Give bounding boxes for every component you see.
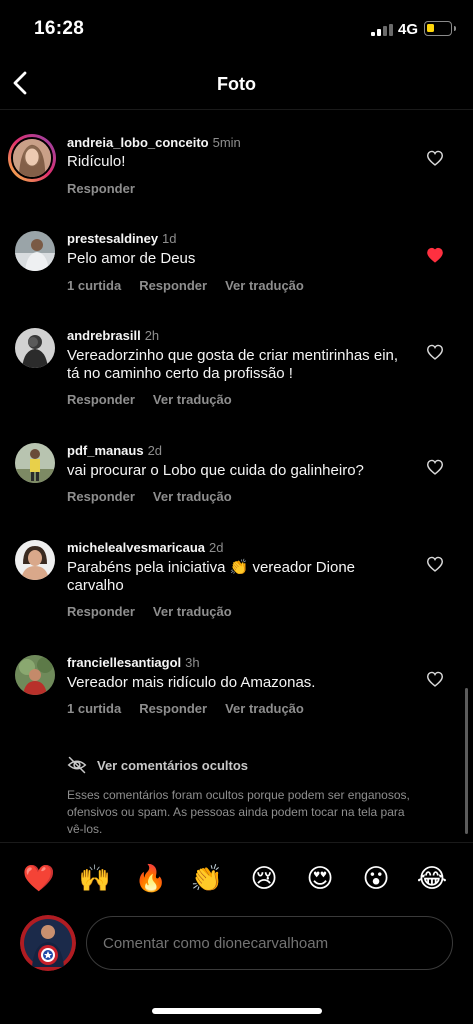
current-user-avatar [20,915,76,971]
comment-input[interactable] [86,916,453,970]
avatar[interactable] [8,134,56,182]
translate-button[interactable]: Ver tradução [225,701,304,716]
comment-item: franciellesantiagol 3h Vereador mais ridí… [0,655,473,725]
comment-item: andrebrasill 2h Vereadorzinho que gosta d… [0,328,473,408]
comment-time: 2h [144,328,160,343]
nav-bar: Foto [0,58,473,110]
comment-time: 2d [209,540,224,555]
comment-actions: 1 curtida Responder Ver tradução [67,701,322,716]
comment-item: andreia_lobo_conceito 5min Ridículo! Resp… [0,134,473,204]
comment-actions: Responder Ver tradução [67,392,250,407]
comment-text: Pelo amor de Deus [67,250,196,267]
translate-button[interactable]: Ver tradução [153,392,232,407]
emoji-surprised[interactable]: 😮 [358,860,394,896]
comment-username[interactable]: pdf_manaus [67,443,144,458]
comment-time: 2d [147,443,163,458]
comment-actions: Responder [67,181,153,196]
comment-text: Parabéns pela iniciativa 👏 vereador Dion… [67,559,356,594]
comment-text: vai procurar o Lobo que cuida do galinhe… [67,462,364,479]
network-type: 4G [398,21,419,38]
reply-button[interactable]: Responder [139,278,207,293]
eye-off-icon [67,756,87,774]
comment-text: Vereadorzinho que gosta de criar mentiri… [67,347,399,382]
translate-button[interactable]: Ver tradução [153,489,232,504]
emoji-clapping[interactable]: 👏 [189,860,225,896]
emoji-fire[interactable]: 🔥 [133,860,169,896]
heart-outline-icon[interactable] [426,344,444,360]
emoji-heart-eyes[interactable]: 😍 [302,860,338,896]
status-time: 16:28 [34,18,85,39]
heart-outline-icon[interactable] [426,671,444,687]
divider [0,842,473,843]
comment-username[interactable]: andrebrasill [67,328,141,343]
hidden-comments-label: Ver comentários ocultos [97,758,248,773]
avatar[interactable] [15,655,55,695]
translate-button[interactable]: Ver tradução [225,278,304,293]
comment-item: pdf_manaus 2d vai procurar o Lobo que cui… [0,443,473,513]
emoji-raised-hands[interactable]: 🙌 [77,860,113,896]
comment-username[interactable]: andreia_lobo_conceito [67,135,209,150]
avatar[interactable] [15,328,55,368]
comment-actions: Responder Ver tradução [67,489,250,504]
back-button[interactable] [8,68,36,98]
hidden-comments-description: Esses comentários foram ocultos porque p… [67,788,410,836]
comment-username[interactable]: michelealvesmaricaua [67,540,205,555]
emoji-heart[interactable]: ❤️ [21,860,57,896]
heart-outline-icon[interactable] [426,459,444,475]
scrollbar[interactable] [465,688,468,834]
reply-button[interactable]: Responder [67,604,135,619]
home-indicator[interactable] [152,1008,322,1014]
comment-text: Ridículo! [67,153,126,170]
status-bar: 16:28 4G [0,0,473,58]
likes-count[interactable]: 1 curtida [67,278,121,293]
emoji-crying[interactable]: 😢 [246,860,282,896]
translate-button[interactable]: Ver tradução [153,604,232,619]
comment-username[interactable]: prestesaldiney [67,231,158,246]
comment-item: michelealvesmaricaua 2d Parabéns pela ini… [0,540,473,620]
reply-button[interactable]: Responder [67,392,135,407]
heart-outline-icon[interactable] [426,556,444,572]
comment-header: michelealvesmaricaua 2d [67,540,224,555]
emoji-reaction-bar: ❤️ 🙌 🔥 👏 😢 😍 😮 😂 [0,860,473,898]
comment-time: 5min [212,135,241,150]
avatar[interactable] [15,540,55,580]
likes-count[interactable]: 1 curtida [67,701,121,716]
avatar[interactable] [15,443,55,483]
emoji-laughing[interactable]: 😂 [414,860,450,896]
comment-header: prestesaldiney 1d [67,231,177,246]
heart-filled-icon[interactable] [426,247,444,263]
comment-time: 1d [162,231,177,246]
comment-header: andreia_lobo_conceito 5min [67,135,241,150]
reply-button[interactable]: Responder [67,489,135,504]
comment-time: 3h [185,655,200,670]
comment-header: franciellesantiagol 3h [67,655,200,670]
page-title: Foto [217,74,256,94]
heart-outline-icon[interactable] [426,150,444,166]
comment-text: Vereador mais ridículo do Amazonas. [67,674,316,691]
battery-icon [424,21,456,36]
cellular-signal-icon [371,24,393,36]
comment-item: prestesaldiney 1d Pelo amor de Deus 1 cur… [0,231,473,301]
reply-button[interactable]: Responder [139,701,207,716]
comment-header: pdf_manaus 2d [67,443,162,458]
reply-button[interactable]: Responder [67,181,135,196]
chevron-left-icon [13,71,27,95]
comment-actions: Responder Ver tradução [67,604,250,619]
comment-username[interactable]: franciellesantiagol [67,655,181,670]
avatar[interactable] [15,231,55,271]
comment-header: andrebrasill 2h [67,328,159,343]
comment-actions: 1 curtida Responder Ver tradução [67,278,322,293]
